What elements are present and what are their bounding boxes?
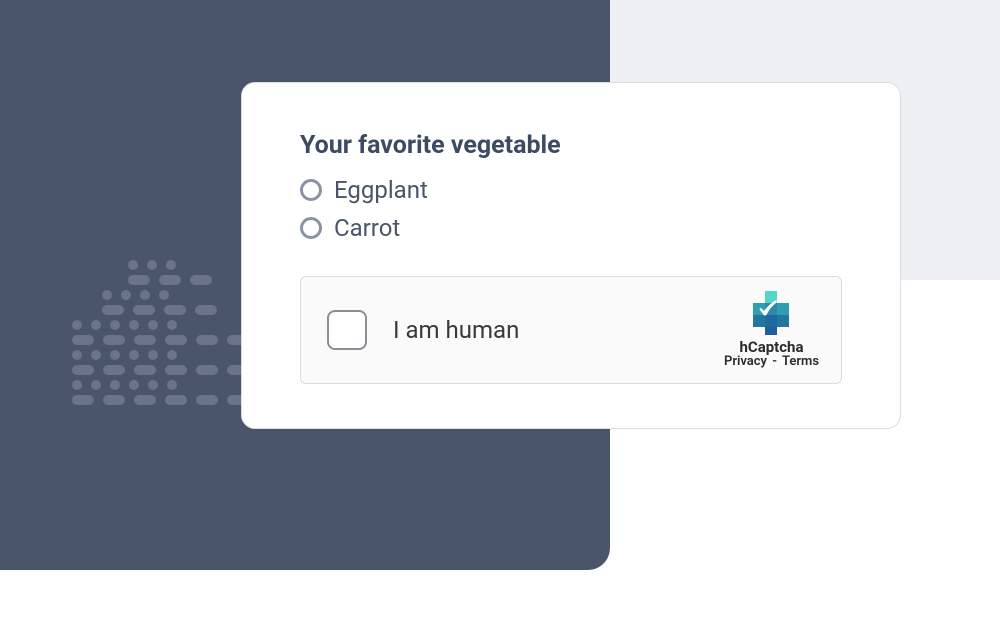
- hcaptcha-brand-name: hCaptcha: [724, 339, 819, 356]
- radio-option-eggplant[interactable]: Eggplant: [300, 176, 842, 204]
- survey-card: Your favorite vegetable Eggplant Carrot …: [241, 82, 901, 429]
- radio-label: Eggplant: [334, 176, 428, 204]
- radio-icon: [300, 217, 322, 239]
- hcaptcha-logo-icon: [749, 291, 793, 335]
- hcaptcha-widget[interactable]: I am human hCaptcha Privacy -: [300, 276, 842, 384]
- hcaptcha-links: Privacy - Terms: [724, 355, 819, 369]
- hcaptcha-terms-link[interactable]: Terms: [782, 354, 819, 369]
- hcaptcha-checkbox[interactable]: [327, 310, 367, 350]
- hcaptcha-privacy-link[interactable]: Privacy: [724, 354, 767, 369]
- radio-label: Carrot: [334, 214, 400, 242]
- radio-option-carrot[interactable]: Carrot: [300, 214, 842, 242]
- question-title: Your favorite vegetable: [300, 131, 842, 160]
- hcaptcha-label: I am human: [393, 316, 724, 344]
- separator: -: [770, 354, 779, 369]
- hcaptcha-brand: hCaptcha Privacy - Terms: [724, 291, 819, 370]
- radio-icon: [300, 179, 322, 201]
